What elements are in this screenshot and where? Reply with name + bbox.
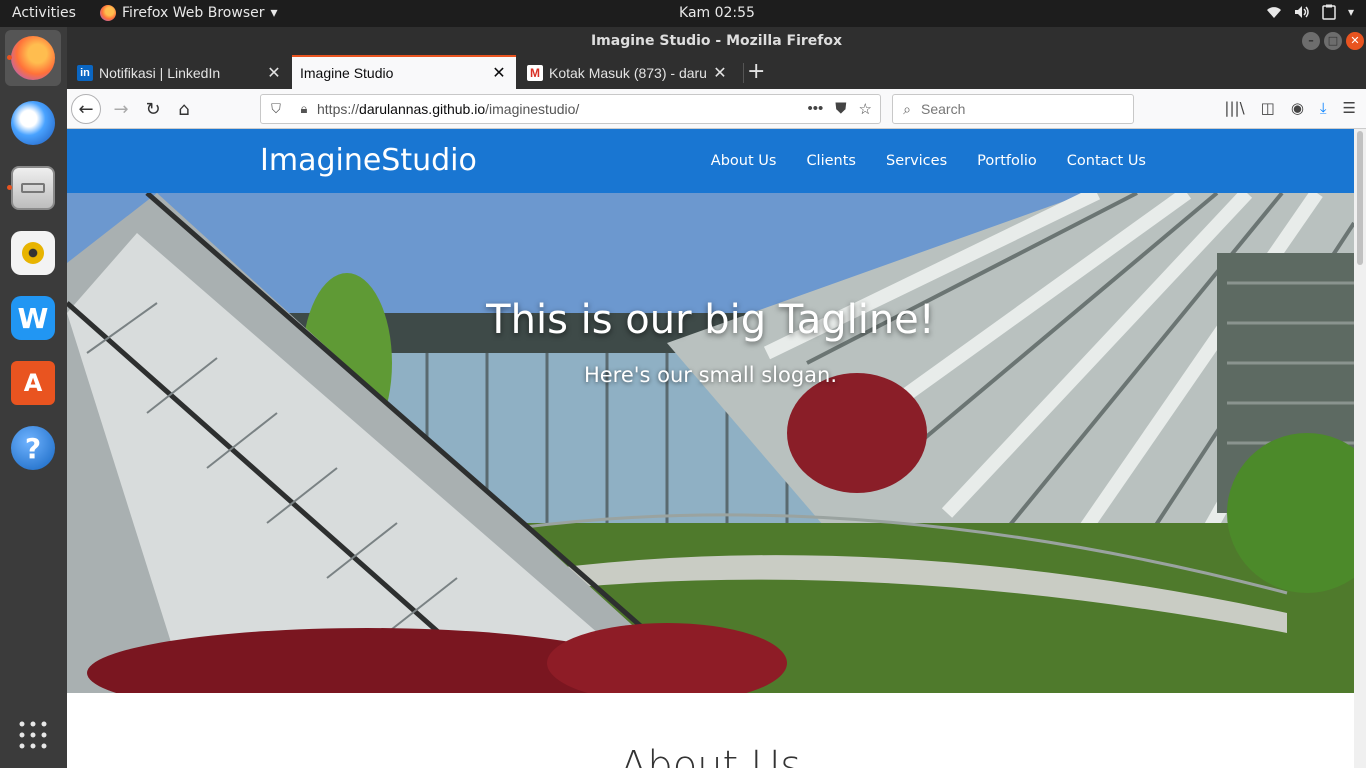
dock-show-apps[interactable] [5, 707, 61, 763]
close-tab-icon[interactable]: ✕ [711, 63, 729, 83]
window-controls: – □ ✕ [1302, 32, 1364, 50]
dock-firefox[interactable] [5, 30, 61, 86]
page-actions-menu-icon[interactable]: ••• [808, 100, 824, 118]
volume-icon [1294, 6, 1309, 18]
nav-link-contact-us[interactable]: Contact Us [1067, 153, 1146, 169]
tab-label: Notifikasi | LinkedIn [99, 65, 221, 81]
site-brand[interactable]: ImagineStudio [260, 143, 477, 178]
back-button[interactable]: ← [71, 94, 101, 124]
sidebar-icon[interactable]: ◫ [1261, 99, 1275, 117]
navigation-toolbar: ← → ↻ ⌂ ⛉ 🔒︎ https://darulannas.github.i… [67, 89, 1366, 129]
system-top-bar: Activities Firefox Web Browser ▾ Kam 02:… [0, 0, 1366, 27]
clipboard-icon [1322, 4, 1336, 20]
files-icon [11, 166, 55, 210]
window-title: Imagine Studio - Mozilla Firefox [590, 33, 843, 49]
nav-link-services[interactable]: Services [886, 153, 947, 169]
url-path: /imaginestudio/ [485, 101, 580, 117]
dock-rhythmbox[interactable] [5, 225, 61, 281]
software-center-icon: A [11, 361, 55, 405]
scrollbar-thumb[interactable] [1357, 131, 1363, 265]
page-viewport: ImagineStudio About Us Clients Services … [67, 129, 1354, 768]
close-tab-icon[interactable]: ✕ [490, 63, 508, 83]
url-prefix: https:// [317, 101, 360, 117]
hero-tagline: This is our big Tagline! [486, 297, 935, 343]
firefox-icon [11, 36, 55, 80]
page-scrollbar[interactable] [1354, 129, 1366, 768]
forward-button[interactable]: → [107, 95, 135, 123]
wps-writer-icon: W [11, 296, 55, 340]
hero-slogan: Here's our small slogan. [583, 363, 838, 387]
help-icon: ? [11, 426, 55, 470]
show-apps-icon [19, 721, 47, 749]
search-icon: ⌕ [903, 100, 911, 117]
tracking-shield-icon[interactable]: ⛉ [261, 101, 291, 117]
wifi-icon [1266, 7, 1281, 18]
site-navbar: ImagineStudio About Us Clients Services … [67, 129, 1354, 193]
running-indicator [7, 185, 12, 190]
maximize-button[interactable]: □ [1324, 32, 1342, 50]
new-tab-button[interactable]: + [747, 59, 765, 84]
dock-help[interactable]: ? [5, 420, 61, 476]
download-icon[interactable]: ⤓ [1320, 99, 1327, 117]
search-placeholder: Search [921, 101, 966, 117]
window-title-bar[interactable]: Imagine Studio - Mozilla Firefox – □ ✕ [67, 27, 1366, 55]
system-tray[interactable]: ▾ [1266, 4, 1354, 20]
gmail-icon: M [527, 65, 543, 81]
tab-label: Kotak Masuk (873) - daru [549, 65, 707, 81]
tab-gmail[interactable]: M Kotak Masuk (873) - daru ✕ [519, 57, 741, 89]
close-button[interactable]: ✕ [1346, 32, 1364, 50]
nav-link-about-us[interactable]: About Us [711, 153, 777, 169]
toolbar-icons: |||\ ◫ ◉ ⤓ ☰ [1224, 99, 1356, 117]
reload-button[interactable]: ↻ [139, 95, 167, 123]
bookmark-star-icon[interactable]: ☆ [859, 100, 872, 118]
account-icon[interactable]: ◉ [1291, 99, 1304, 117]
linkedin-icon: in [77, 65, 93, 81]
thunderbird-icon [11, 101, 55, 145]
chevron-down-icon: ▾ [1347, 5, 1354, 19]
site-menu: About Us Clients Services Portfolio Cont… [711, 153, 1146, 169]
hero-background-image [67, 193, 1354, 693]
close-tab-icon[interactable]: ✕ [265, 63, 283, 83]
nav-link-clients[interactable]: Clients [806, 153, 856, 169]
clock[interactable]: Kam 02:55 [0, 5, 1366, 21]
home-button[interactable]: ⌂ [170, 95, 198, 123]
tab-bar: in Notifikasi | LinkedIn ✕ Imagine Studi… [67, 55, 1366, 89]
dock-software-center[interactable]: A [5, 355, 61, 411]
tab-imagine-studio[interactable]: Imagine Studio ✕ [292, 55, 516, 89]
dock-thunderbird[interactable] [5, 95, 61, 151]
about-section-title: About Us [619, 743, 802, 768]
nav-link-portfolio[interactable]: Portfolio [977, 153, 1037, 169]
dock-files[interactable] [5, 160, 61, 216]
running-indicator [7, 55, 12, 60]
minimize-button[interactable]: – [1302, 32, 1320, 50]
tab-label: Imagine Studio [300, 65, 394, 81]
hamburger-menu-icon[interactable]: ☰ [1343, 99, 1356, 117]
url-host: darulannas.github.io [359, 101, 486, 117]
url-bar[interactable]: ⛉ 🔒︎ https://darulannas.github.io/imagin… [260, 94, 881, 124]
dock: W A ? [0, 27, 67, 768]
lock-icon[interactable]: 🔒︎ [291, 101, 317, 117]
hero-banner: This is our big Tagline! Here's our smal… [67, 193, 1354, 693]
library-icon[interactable]: |||\ [1224, 99, 1244, 117]
rhythmbox-icon [11, 231, 55, 275]
page-actions: ••• ⛊ ☆ [808, 100, 880, 118]
url-text[interactable]: https://darulannas.github.io/imaginestud… [317, 101, 808, 117]
tab-separator [743, 63, 744, 83]
search-bar[interactable]: ⌕ Search [892, 94, 1134, 124]
pocket-icon[interactable]: ⛊ [835, 100, 846, 118]
tab-linkedin[interactable]: in Notifikasi | LinkedIn ✕ [69, 57, 291, 89]
dock-wps-writer[interactable]: W [5, 290, 61, 346]
